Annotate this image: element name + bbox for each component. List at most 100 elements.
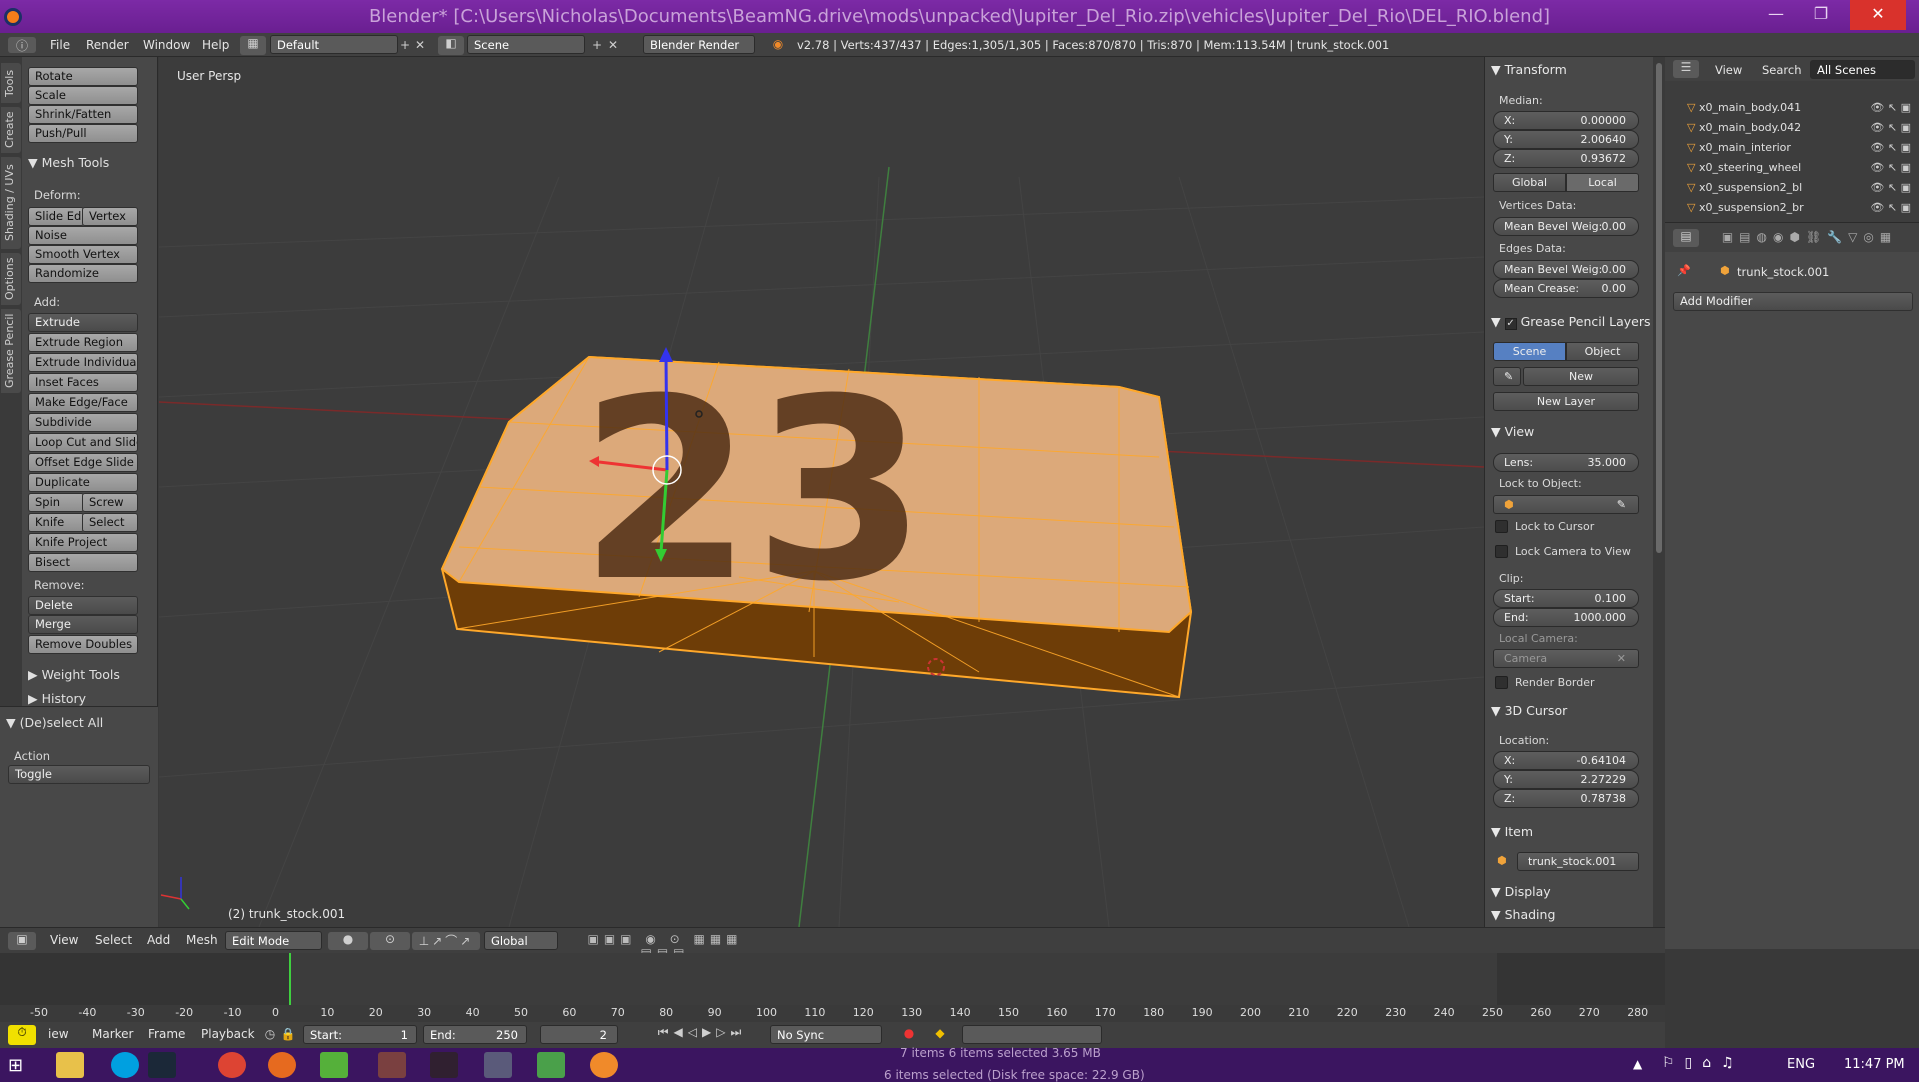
game-icon[interactable] <box>378 1052 406 1078</box>
outliner-filter-select[interactable]: All Scenes <box>1810 60 1915 79</box>
windows-start-icon[interactable]: ⊞ <box>8 1055 23 1076</box>
outliner-row[interactable]: ▽ x0_main_body.041 👁 ↖ ▣ <box>1687 101 1919 119</box>
3d-cursor-panel-header[interactable]: ▼ 3D Cursor <box>1491 703 1567 718</box>
visibility-icons[interactable]: 👁 ↖ ▣ <box>1870 121 1911 134</box>
record-icon[interactable]: ● <box>900 1026 918 1040</box>
vertex-slide-button[interactable]: Vertex <box>82 207 138 226</box>
show-hidden-icons[interactable]: ▲ <box>1633 1057 1642 1071</box>
clip-start-field[interactable]: Start: 0.100 <box>1493 589 1639 608</box>
preview-range-icon[interactable]: ◷ <box>262 1027 278 1041</box>
delete-menu[interactable]: Delete <box>28 596 138 615</box>
tray-icons[interactable]: ⚐▯⌂♫ <box>1662 1055 1744 1071</box>
extrude-individual-button[interactable]: Extrude Individual <box>28 353 138 372</box>
manipulator-icons[interactable]: ⊥↗⌒↗ <box>412 932 480 950</box>
action-select[interactable]: Toggle <box>8 765 150 784</box>
playback-menu[interactable]: Playback <box>201 1027 255 1041</box>
mean-crease-field[interactable]: Mean Crease: 0.00 <box>1493 279 1639 298</box>
add-menu[interactable]: Add <box>147 933 170 947</box>
start-frame-field[interactable]: Start: 1 <box>303 1025 417 1044</box>
remove-scene-icon[interactable]: ✕ <box>606 38 620 52</box>
steam-icon[interactable] <box>148 1052 176 1078</box>
outliner-view-menu[interactable]: View <box>1715 63 1742 77</box>
visibility-icons[interactable]: 👁 ↖ ▣ <box>1870 181 1911 194</box>
skype-icon[interactable] <box>111 1052 139 1078</box>
render-border-checkbox[interactable] <box>1495 676 1508 689</box>
minimize-button[interactable]: — <box>1755 0 1797 30</box>
scene-icon[interactable]: ◧ <box>438 36 464 55</box>
3d-viewport[interactable]: 23 User Persp (2) trunk_stock.001 <box>159 57 1484 927</box>
sync-select[interactable]: No Sync <box>770 1025 882 1044</box>
render-engine-select[interactable]: Blender Render <box>643 35 755 54</box>
push-pull-button[interactable]: Push/Pull <box>28 124 138 143</box>
media-icon[interactable] <box>484 1052 512 1078</box>
visibility-icons[interactable]: 👁 ↖ ▣ <box>1870 201 1911 214</box>
slide-edge-button[interactable]: Slide Ed <box>28 207 84 226</box>
pin-icon[interactable]: 📌 <box>1677 264 1691 277</box>
grease-object-toggle[interactable]: Object <box>1566 342 1639 361</box>
menu-window[interactable]: Window <box>143 38 190 52</box>
outliner-editor-icon[interactable]: ☰ <box>1673 60 1699 78</box>
firefox-icon[interactable] <box>268 1052 296 1078</box>
outliner-row[interactable]: ▽ x0_main_interior 👁 ↖ ▣ <box>1687 141 1919 159</box>
inset-faces-button[interactable]: Inset Faces <box>28 373 138 392</box>
outliner-search-menu[interactable]: Search <box>1762 63 1802 77</box>
local-toggle[interactable]: Local <box>1566 173 1639 192</box>
language-indicator[interactable]: ENG <box>1787 1057 1815 1072</box>
global-toggle[interactable]: Global <box>1493 173 1566 192</box>
transform-panel-header[interactable]: ▼ Transform <box>1491 62 1567 77</box>
loop-cut-slide-button[interactable]: Loop Cut and Slide <box>28 433 138 452</box>
maximize-button[interactable]: ❐ <box>1800 0 1842 30</box>
lock-cursor-checkbox[interactable] <box>1495 520 1508 533</box>
npanel-scrollbar-thumb[interactable] <box>1656 63 1662 553</box>
tab-grease-pencil[interactable]: Grease Pencil <box>1 309 21 393</box>
merge-menu[interactable]: Merge <box>28 615 138 634</box>
current-frame-marker[interactable] <box>289 953 291 1005</box>
outliner-row[interactable]: ▽ x0_suspension2_bl 👁 ↖ ▣ <box>1687 181 1919 199</box>
visibility-icons[interactable]: 👁 ↖ ▣ <box>1870 161 1911 174</box>
chrome-icon[interactable] <box>218 1052 246 1078</box>
knife-select-button[interactable]: Select <box>82 513 138 532</box>
lock-object-field[interactable]: ⬢ ✎ <box>1493 495 1639 514</box>
smooth-vertex-button[interactable]: Smooth Vertex <box>28 245 138 264</box>
cursor-y-field[interactable]: Y: 2.27229 <box>1493 770 1639 789</box>
weight-tools-panel-header[interactable]: ▶ Weight Tools <box>28 667 120 682</box>
view-panel-header[interactable]: ▼ View <box>1491 424 1534 439</box>
npanel-scrollbar[interactable] <box>1653 57 1665 927</box>
screen-layout-icon[interactable]: ▦ <box>240 36 266 55</box>
visibility-icons[interactable]: 👁 ↖ ▣ <box>1870 101 1911 114</box>
frame-menu[interactable]: Frame <box>148 1027 185 1041</box>
z-manipulator-arrow[interactable] <box>664 356 669 471</box>
grease-pencil-checkbox[interactable]: ✓ <box>1504 318 1517 330</box>
visibility-icons[interactable]: 👁 ↖ ▣ <box>1870 141 1911 154</box>
3d-view-editor-icon[interactable]: ▣ <box>8 932 36 950</box>
mean-bevel-vertex-field[interactable]: Mean Bevel Weig: 0.00 <box>1493 217 1639 236</box>
new-layer-button[interactable]: New Layer <box>1493 392 1639 411</box>
keying-icon[interactable]: ◆ <box>925 1026 955 1040</box>
knife-project-button[interactable]: Knife Project <box>28 533 138 552</box>
pencil-icon[interactable]: ✎ <box>1493 367 1521 386</box>
eyedropper-icon[interactable]: ✎ <box>1617 496 1626 513</box>
clip-end-field[interactable]: End: 1000.000 <box>1493 608 1639 627</box>
blender-taskbar-icon[interactable] <box>590 1052 618 1078</box>
add-scene-icon[interactable]: + <box>590 38 604 52</box>
cursor-z-field[interactable]: Z: 0.78738 <box>1493 789 1639 808</box>
bisect-button[interactable]: Bisect <box>28 553 138 572</box>
lens-field[interactable]: Lens: 35.000 <box>1493 453 1639 472</box>
item-name-field[interactable]: trunk_stock.001 <box>1517 852 1639 871</box>
pivot-select-icon[interactable]: ⊙ <box>370 932 410 950</box>
item-panel-header[interactable]: ▼ Item <box>1491 824 1533 839</box>
spin-button[interactable]: Spin <box>28 493 84 512</box>
outliner-row[interactable]: ▽ x0_main_body.042 👁 ↖ ▣ <box>1687 121 1919 139</box>
orientation-select[interactable]: Global <box>484 931 558 950</box>
grease-scene-toggle[interactable]: Scene <box>1493 342 1566 361</box>
shrink-fatten-button[interactable]: Shrink/Fatten <box>28 105 138 124</box>
knife-button[interactable]: Knife <box>28 513 84 532</box>
remove-layout-icon[interactable]: ✕ <box>413 38 427 52</box>
mesh-object[interactable]: 23 <box>440 345 1193 699</box>
offset-edge-slide-button[interactable]: Offset Edge Slide <box>28 453 138 472</box>
scale-button[interactable]: Scale <box>28 86 138 105</box>
mean-bevel-edge-field[interactable]: Mean Bevel Weig: 0.00 <box>1493 260 1639 279</box>
view-menu[interactable]: View <box>50 933 78 947</box>
rotate-button[interactable]: Rotate <box>28 67 138 86</box>
menu-render[interactable]: Render <box>86 38 129 52</box>
